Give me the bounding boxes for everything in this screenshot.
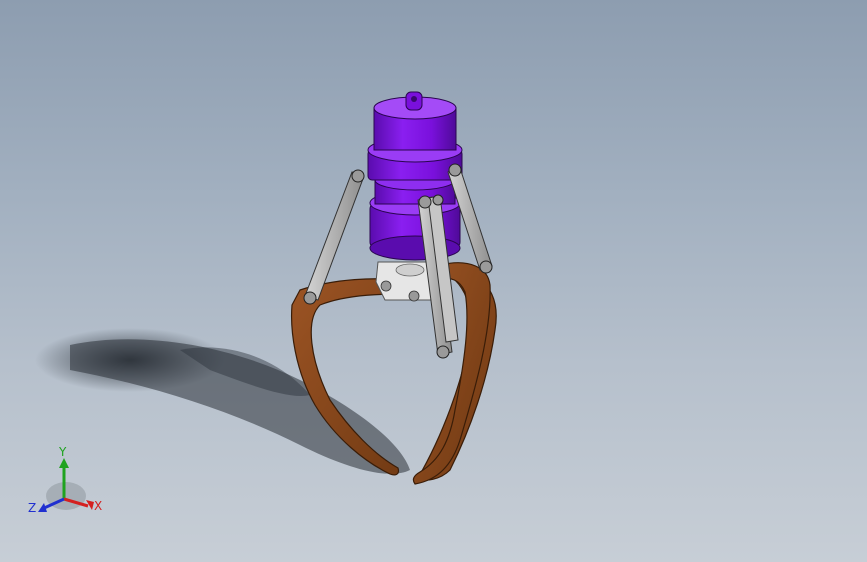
gripper-assembly-model[interactable]	[0, 0, 867, 562]
3d-graphics-viewport[interactable]: Y X Z	[0, 0, 867, 562]
triad-y-label: Y	[58, 445, 67, 459]
view-orientation-triad[interactable]: Y X Z	[26, 444, 110, 520]
actuator-cylinder[interactable]	[367, 91, 463, 261]
triad-x-label: X	[94, 499, 102, 513]
triad-z-label: Z	[28, 501, 36, 515]
